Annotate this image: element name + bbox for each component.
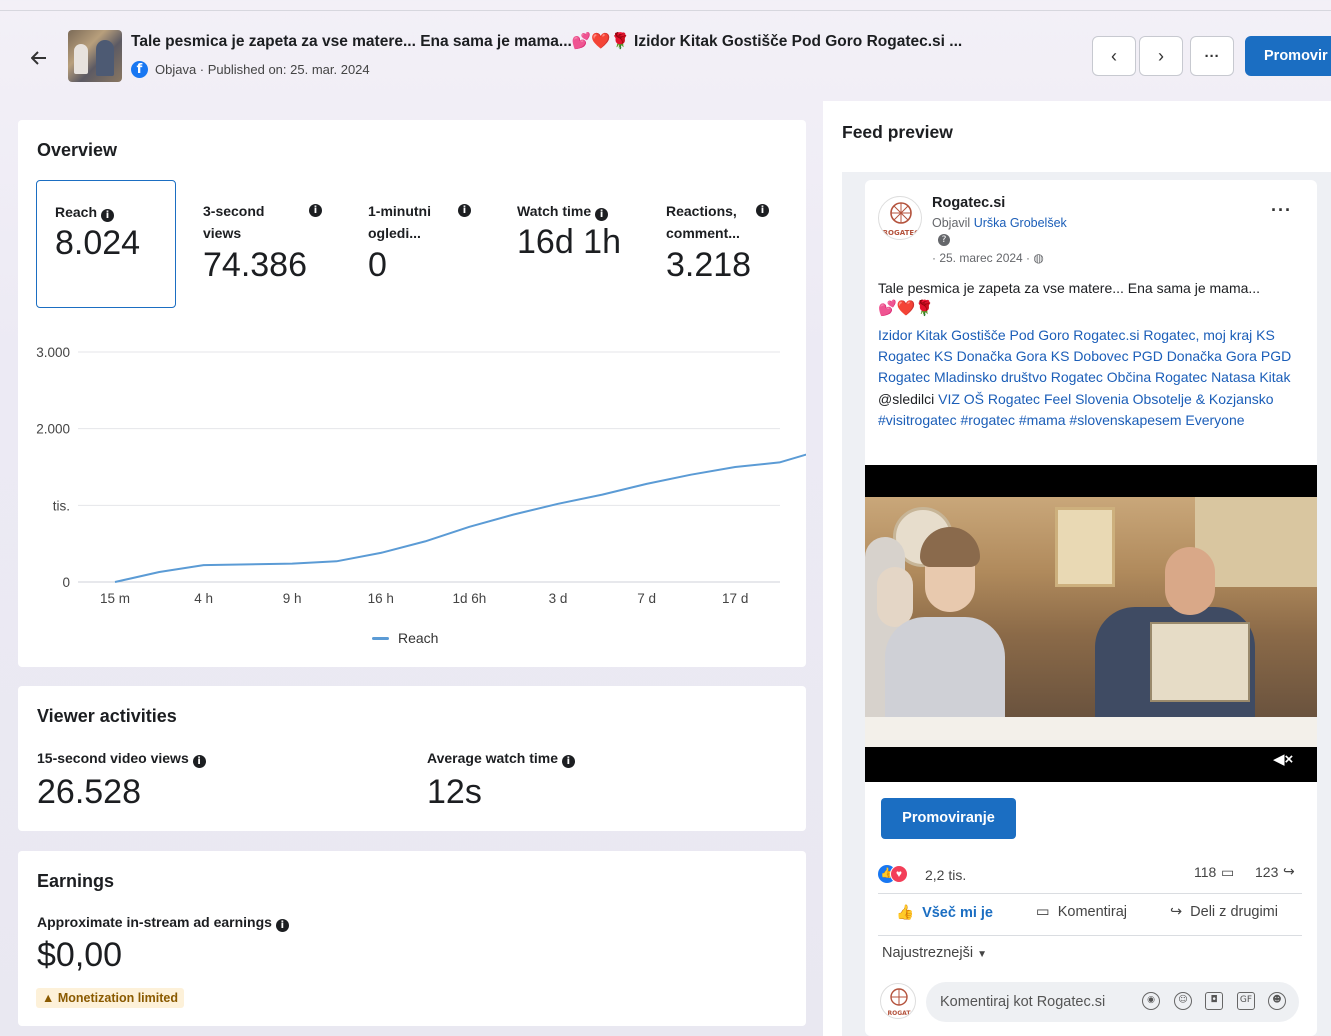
post-date-text: · 25. marec 2024 · bbox=[932, 251, 1031, 265]
video-views-value: 26.528 bbox=[37, 773, 141, 811]
y-tick-label: 0 bbox=[62, 575, 70, 590]
earnings-label-text: Approximate in-stream ad earnings bbox=[37, 914, 272, 930]
avg-watch-label: Average watch time i bbox=[427, 750, 575, 768]
thumbs-up-icon: 👍 bbox=[896, 905, 915, 921]
promote-button[interactable]: Promovir bbox=[1245, 36, 1331, 76]
gif-icon[interactable]: GF bbox=[1237, 992, 1255, 1010]
avatar-sticker-icon[interactable]: ◉ bbox=[1142, 992, 1160, 1010]
x-tick-label: 16 h bbox=[368, 591, 394, 606]
comment-icon: ▭ bbox=[1221, 864, 1235, 880]
badge-text: Monetization limited bbox=[57, 991, 178, 1005]
mute-icon[interactable]: ◀× bbox=[1273, 750, 1293, 768]
video-player[interactable] bbox=[865, 465, 1317, 782]
divider bbox=[878, 893, 1302, 894]
y-tick-label: tis. bbox=[53, 498, 70, 513]
page-name[interactable]: Rogatec.si bbox=[932, 195, 1005, 211]
tag-links[interactable]: VIZ OŠ Rogatec Feel Slovenia Obsotelje &… bbox=[878, 391, 1274, 428]
share-label: Deli z drugimi bbox=[1190, 904, 1278, 920]
x-tick-label: 15 m bbox=[100, 591, 130, 606]
avg-watch-value: 12s bbox=[427, 773, 482, 811]
published-by: Objavil Urška Grobelšek bbox=[932, 216, 1067, 230]
info-icon[interactable]: ? bbox=[938, 234, 950, 246]
page-avatar[interactable]: ROGATEC bbox=[878, 196, 922, 240]
share-icon: ↪ bbox=[1170, 904, 1183, 920]
video-views-label: 15-second video views i bbox=[37, 750, 206, 768]
like-label: Všeč mi je bbox=[922, 904, 993, 921]
sticker-icon[interactable]: ☻ bbox=[1268, 992, 1286, 1010]
post-emoji: 💕❤️🌹 bbox=[878, 300, 935, 317]
info-icon[interactable]: i bbox=[192, 755, 206, 768]
comment-button[interactable]: ▭ Komentiraj bbox=[1036, 904, 1127, 920]
globe-icon: ◍ bbox=[1033, 251, 1044, 265]
reactions-count[interactable]: 2,2 tis. bbox=[925, 867, 966, 883]
y-tick-label: 2.000 bbox=[36, 422, 70, 437]
publisher-link[interactable]: Urška Grobelšek bbox=[974, 216, 1067, 230]
divider bbox=[878, 935, 1302, 936]
share-button[interactable]: ↪ Deli z drugimi bbox=[1170, 904, 1278, 920]
next-post-button[interactable]: › bbox=[1139, 36, 1183, 76]
previous-post-button[interactable]: ‹ bbox=[1092, 36, 1136, 76]
like-button[interactable]: 👍 Všeč mi je bbox=[896, 904, 993, 922]
camera-icon[interactable]: ◘ bbox=[1205, 992, 1223, 1010]
avg-watch-label-text: Average watch time bbox=[427, 750, 558, 766]
promote-post-button[interactable]: Promoviranje bbox=[881, 798, 1016, 839]
y-tick-label: 3.000 bbox=[36, 345, 70, 360]
reactions-row: 👍 ♥ 2,2 tis. 118 ▭ 123 ↪ bbox=[878, 862, 1304, 888]
legend-swatch bbox=[372, 636, 389, 640]
post-date: · 25. marec 2024 · ◍ bbox=[932, 251, 1044, 265]
x-tick-label: 7 d bbox=[637, 591, 656, 606]
published-by-prefix: Objavil bbox=[932, 216, 971, 230]
earnings-label: Approximate in-stream ad earnings i bbox=[37, 914, 289, 932]
emoji-icon[interactable]: ☺ bbox=[1174, 992, 1192, 1010]
feed-preview-title: Feed preview bbox=[842, 122, 953, 142]
monetization-limited-badge[interactable]: ▲ Monetization limited bbox=[36, 988, 184, 1008]
commenter-avatar[interactable]: ROGAT bbox=[880, 983, 916, 1019]
video-views-label-text: 15-second video views bbox=[37, 750, 189, 766]
more-options-button[interactable]: ··· bbox=[1190, 36, 1234, 76]
earnings-title: Earnings bbox=[37, 871, 115, 891]
series-line-reach[interactable] bbox=[114, 366, 806, 583]
x-tick-label: 3 d bbox=[549, 591, 568, 606]
chevron-down-icon: ▼ bbox=[977, 949, 988, 960]
comment-icon: ▭ bbox=[1036, 904, 1050, 920]
share-icon: ↪ bbox=[1283, 863, 1295, 879]
info-icon[interactable]: i bbox=[275, 919, 289, 932]
x-tick-label: 4 h bbox=[194, 591, 213, 606]
video-frame bbox=[865, 497, 1317, 747]
tag-plain: @sledilci bbox=[878, 390, 935, 407]
viewer-activities-title: Viewer activities bbox=[37, 706, 177, 726]
shares-count[interactable]: 123 bbox=[1255, 864, 1278, 880]
sort-label: Najustreznejši bbox=[882, 945, 974, 961]
legend-label: Reach bbox=[398, 630, 439, 646]
love-reaction-icon: ♥ bbox=[890, 865, 908, 883]
warning-icon: ▲ bbox=[42, 991, 55, 1005]
tag-links[interactable]: Izidor Kitak Gostišče Pod Goro Rogatec.s… bbox=[878, 327, 1291, 385]
comments-count[interactable]: 118 bbox=[1194, 864, 1216, 880]
x-tick-label: 1d 6h bbox=[453, 591, 487, 606]
post-more-icon[interactable]: ··· bbox=[1271, 200, 1292, 221]
chart-legend: Reach bbox=[372, 630, 438, 646]
comment-sort-dropdown[interactable]: Najustreznejši ▼ bbox=[882, 945, 987, 961]
comment-label: Komentiraj bbox=[1057, 904, 1128, 920]
post-text: Tale pesmica je zapeta za vse matere... … bbox=[878, 280, 1261, 296]
reach-line-chart: 0 tis. 2.000 3.000 15 m 4 h 9 h 16 h 1d 6h 3 d 7 d… bbox=[36, 345, 806, 606]
earnings-value: $0,00 bbox=[37, 936, 123, 974]
x-tick-label: 9 h bbox=[283, 591, 302, 606]
x-tick-label: 17 d bbox=[722, 591, 748, 606]
svg-text:ROGAT: ROGAT bbox=[888, 1010, 912, 1017]
post-tags: Izidor Kitak Gostišče Pod Goro Rogatec.s… bbox=[878, 325, 1308, 431]
info-icon[interactable]: i bbox=[561, 755, 575, 768]
